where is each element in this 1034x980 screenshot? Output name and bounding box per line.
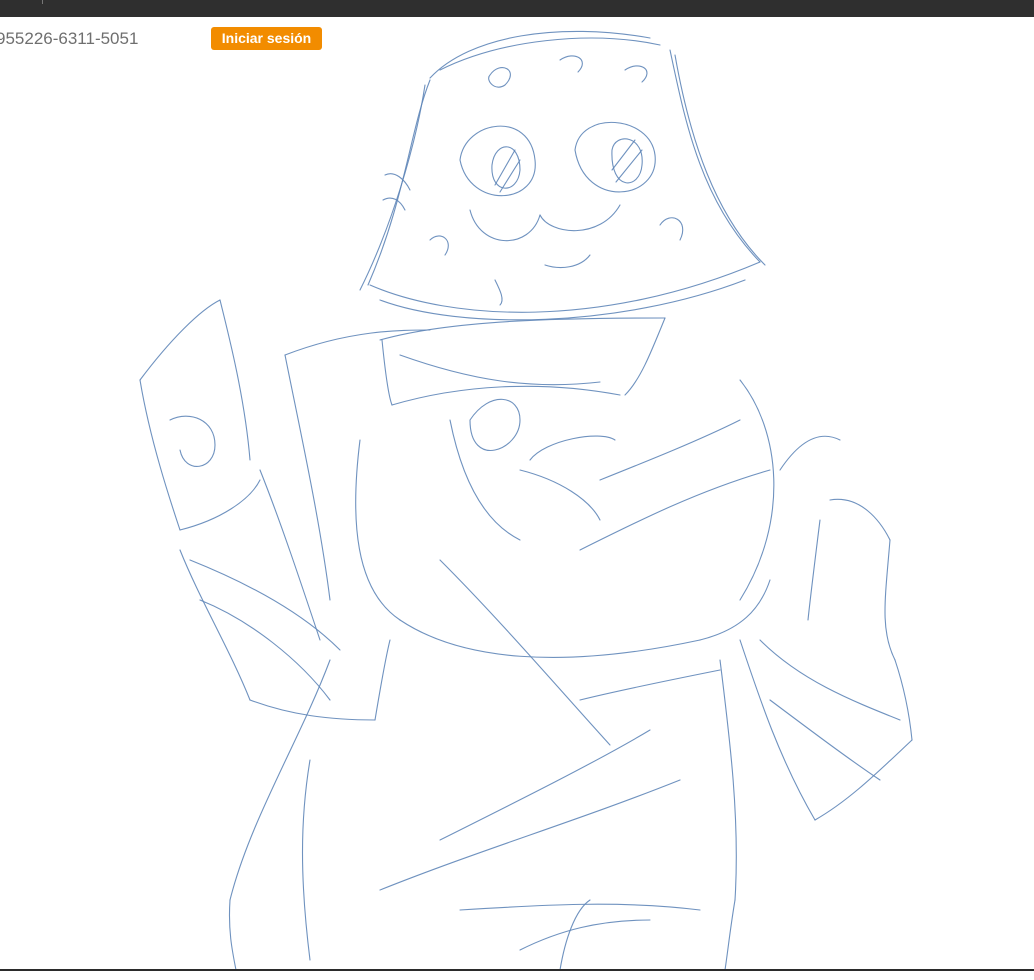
sketch-stroke xyxy=(284,354,331,601)
sketch-stroke xyxy=(519,919,651,951)
sketch-stroke xyxy=(439,729,651,841)
sketch-drawing xyxy=(139,30,913,970)
sketch-stroke xyxy=(669,49,761,263)
sketch-stroke xyxy=(139,379,181,531)
top-bar xyxy=(0,0,1034,17)
sketch-stroke xyxy=(719,659,737,901)
phone-number: 955226-6311-5051 xyxy=(0,29,139,48)
sketch-stroke xyxy=(519,469,601,521)
sketch-stroke xyxy=(469,398,521,451)
sketch-stroke xyxy=(379,279,746,321)
sketch-stroke xyxy=(769,699,881,781)
sketch-stroke xyxy=(674,54,766,266)
sketch-stroke xyxy=(379,779,681,891)
sketch-stroke xyxy=(624,317,666,396)
sketch-stroke xyxy=(544,254,591,269)
sketch-stroke xyxy=(579,669,721,701)
sketch-stroke xyxy=(559,899,591,970)
sketch-stroke xyxy=(169,415,216,467)
sketch-stroke xyxy=(379,317,666,341)
sketch-stroke xyxy=(599,419,741,481)
sketch-stroke xyxy=(469,209,541,242)
sketch-stroke xyxy=(494,139,643,193)
sketch-stroke xyxy=(369,261,761,313)
sketch-stroke xyxy=(139,299,221,381)
sketch-stroke xyxy=(559,55,583,73)
sketch-stroke xyxy=(301,759,311,961)
sketch-stroke xyxy=(659,217,684,241)
sketch-stroke xyxy=(894,659,913,741)
sketch-stroke xyxy=(494,279,503,306)
sketch-stroke xyxy=(529,435,616,461)
sketch-stroke xyxy=(739,639,816,821)
sketch-stroke xyxy=(739,379,775,601)
sketch-stroke xyxy=(399,619,701,658)
sketch-stroke xyxy=(574,121,656,193)
sketch-stroke xyxy=(199,599,331,701)
sketch-stroke xyxy=(381,339,393,406)
sketch-stroke xyxy=(429,235,449,256)
sketch-stroke xyxy=(829,498,891,541)
sketch-stroke xyxy=(779,435,841,471)
sketch-stroke xyxy=(179,549,251,701)
sketch-stroke xyxy=(384,173,411,191)
sketch-stroke xyxy=(724,899,736,970)
sketch-stroke xyxy=(359,84,426,291)
sketch-stroke xyxy=(449,419,521,541)
sketch-stroke xyxy=(814,739,913,821)
sketch-stroke xyxy=(228,899,237,970)
sketch-stroke xyxy=(624,65,648,83)
page-header: 955226-6311-5051 Iniciar sesión xyxy=(0,17,1034,57)
sketch-stroke xyxy=(439,559,611,746)
sketch-stroke xyxy=(459,903,701,911)
sketch-stroke xyxy=(179,479,261,531)
sketch-stroke xyxy=(229,659,331,901)
sketch-stroke xyxy=(884,539,896,661)
login-button[interactable]: Iniciar sesión xyxy=(211,27,322,50)
sketch-stroke xyxy=(579,469,771,551)
top-bar-divider xyxy=(42,0,43,4)
drawing-canvas[interactable] xyxy=(0,18,1034,970)
canvas-bottom-border xyxy=(0,969,1034,980)
sketch-stroke xyxy=(488,67,511,88)
sketch-stroke xyxy=(699,579,771,641)
sketch-stroke xyxy=(399,354,601,386)
sketch-stroke xyxy=(807,519,821,621)
sketch-stroke xyxy=(391,385,621,406)
sketch-stroke xyxy=(611,138,643,184)
sketch-stroke xyxy=(374,639,391,721)
sketch-stroke xyxy=(355,439,401,621)
sketch-stroke xyxy=(259,469,321,641)
sketch-stroke xyxy=(539,204,621,232)
sketch-stroke xyxy=(219,299,251,461)
